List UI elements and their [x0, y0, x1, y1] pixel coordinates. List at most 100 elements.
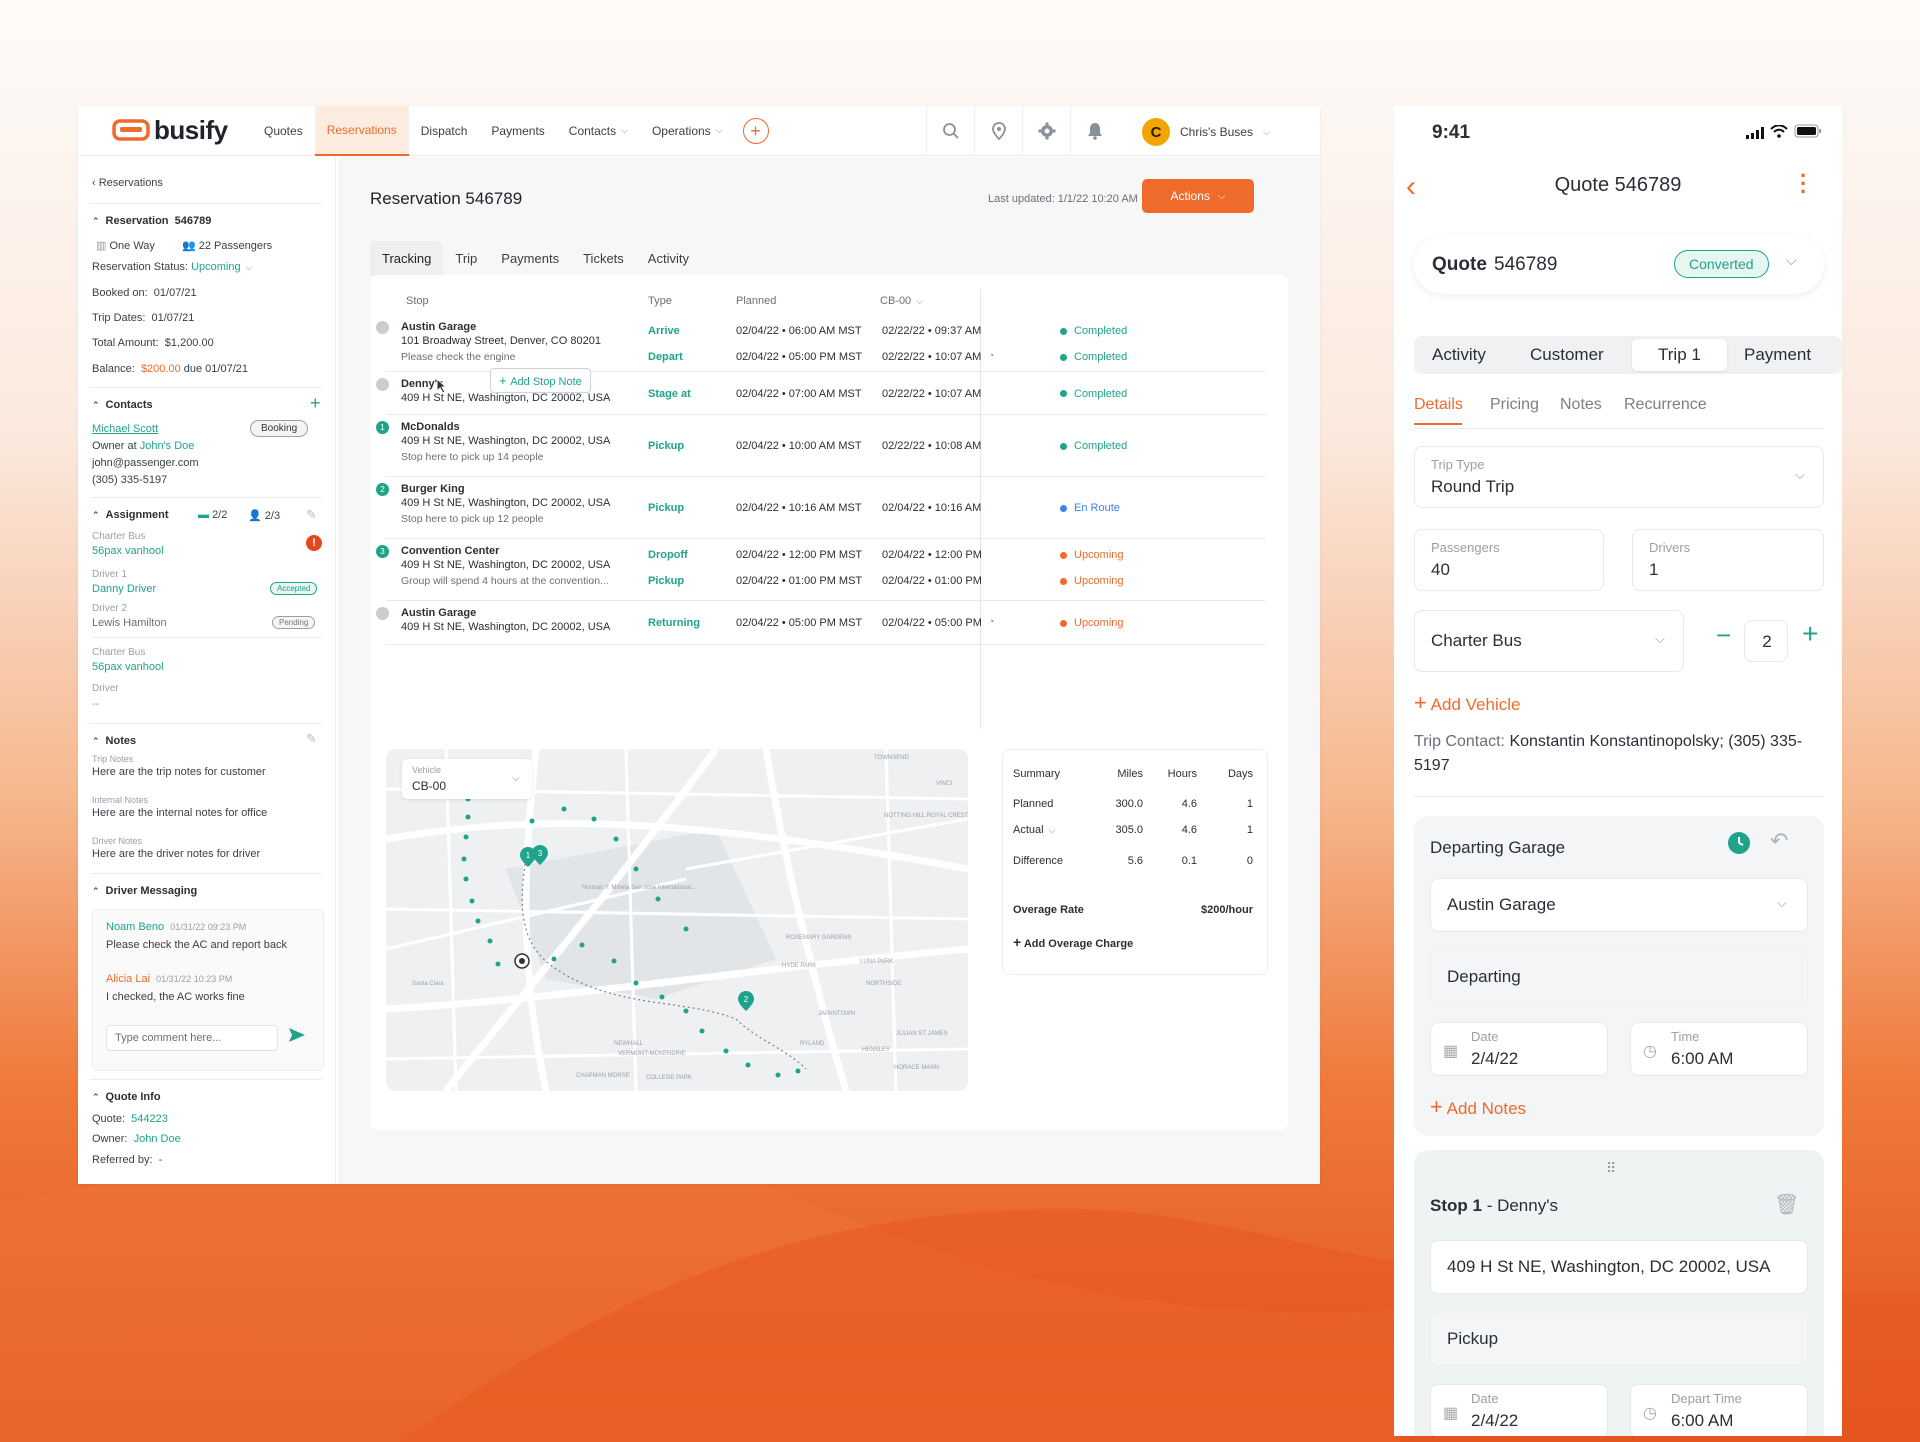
nav-label: Dispatch [420, 123, 468, 138]
assignment-header[interactable]: ⌃ Assignment [92, 509, 169, 521]
nav-contacts[interactable]: Contacts ⌵ [557, 106, 640, 156]
add-vehicle-button[interactable]: + Add Vehicle [1414, 690, 1520, 716]
mobile-tab-activity[interactable]: Activity [1432, 345, 1486, 365]
passengers-field[interactable]: Passengers 40 [1414, 529, 1604, 591]
map-label: NOTTING HILL ROYAL CREST [884, 813, 968, 819]
mobile-tab-customer[interactable]: Customer [1530, 345, 1604, 365]
chevron-right-icon[interactable]: › [591, 575, 595, 587]
tab-payments[interactable]: Payments [489, 241, 571, 276]
mobile-subtab-notes[interactable]: Notes [1560, 396, 1602, 414]
mobile-title: Quote 546789 [1554, 174, 1682, 196]
add-contact-icon[interactable]: + [310, 393, 321, 414]
map-label: Norman Y. Mineta San Jose International.… [582, 885, 696, 891]
tab-activity[interactable]: Activity [636, 241, 701, 276]
send-icon[interactable] [288, 1027, 306, 1046]
mobile-subtab-details[interactable]: Details [1414, 396, 1463, 414]
stop-row[interactable]: Denny's 409 H St NE, Washington, DC 20002… [376, 368, 1266, 415]
tab-tickets[interactable]: Tickets [571, 241, 636, 276]
stop-type: Pickup [648, 575, 685, 587]
last-updated: Last updated: 1/1/22 10:20 AM [988, 193, 1138, 205]
stop-row[interactable]: 2 Burger King 409 H St NE, Washington, DC … [376, 477, 1266, 539]
vehicle-type-select[interactable]: Charter Bus ⌵ [1414, 610, 1684, 672]
internal-notes-label: Internal Notes [92, 795, 149, 805]
trip-type-select[interactable]: Trip Type Round Trip ⌵ [1414, 446, 1824, 508]
calendar-icon: ▦ [1443, 1405, 1459, 1422]
mobile-tab-trip-1[interactable]: Trip 1 [1632, 339, 1727, 371]
stop-number-badge [376, 321, 389, 334]
route-map[interactable]: 1 3 2 TOWNSEND NOTTING HILL ROYAL CREST No… [386, 749, 968, 1091]
mobile-subtab-pricing[interactable]: Pricing [1490, 396, 1539, 414]
driver1-name[interactable]: Danny Driver [92, 583, 156, 595]
stop-note: Stop here to pick up 14 people [401, 451, 544, 463]
departing-garage-select[interactable]: Austin Garage ⌵ [1430, 878, 1808, 932]
search-icon[interactable] [926, 106, 974, 156]
driver-messaging-header[interactable]: ⌃ Driver Messaging [92, 885, 197, 897]
stop-date-field[interactable]: ▦ Date 2/4/22 [1430, 1384, 1608, 1436]
stop-name: Austin Garage [401, 607, 477, 619]
departing-date-field[interactable]: ▦ Date 2/4/22 [1430, 1022, 1608, 1076]
chevron-down-icon[interactable]: ⌵ [1049, 825, 1056, 835]
more-options-icon[interactable]: · · · [1800, 165, 1807, 203]
undo-icon[interactable]: ↶ [1770, 828, 1788, 854]
stop-type-field[interactable]: Pickup [1430, 1312, 1808, 1366]
passenger-count: 👥 22 Passengers [182, 240, 273, 252]
tab-tracking[interactable]: Tracking [370, 241, 444, 276]
notes-header[interactable]: ⌃ Notes [92, 735, 136, 747]
stop-row[interactable]: 3 Convention Center 409 H St NE, Washingto… [376, 539, 1266, 601]
add-overage-charge-button[interactable]: + Add Overage Charge [1013, 934, 1133, 950]
add-notes-button[interactable]: + Add Notes [1430, 1094, 1526, 1120]
quote-info-header[interactable]: ⌃ Quote Info [92, 1091, 161, 1103]
stop-address-field[interactable]: 409 H St NE, Washington, DC 20002, USA [1430, 1240, 1808, 1294]
account-name: Chris's Buses [1180, 125, 1253, 139]
nav-payments[interactable]: Payments [479, 106, 556, 156]
edit-pencil-icon[interactable]: ✎ [306, 507, 317, 523]
edit-notes-icon[interactable]: ✎ [306, 731, 317, 747]
drivers-field[interactable]: Drivers 1 [1632, 529, 1824, 591]
mobile-tab-payment[interactable]: Payment [1744, 345, 1811, 365]
decrement-vehicle-button[interactable]: − [1716, 620, 1731, 651]
nav-quotes[interactable]: Quotes [252, 106, 315, 156]
stop-row[interactable]: 1 McDonalds 409 H St NE, Washington, DC 20… [376, 415, 1266, 477]
clock-icon[interactable] [1728, 832, 1750, 854]
charter-bus-1[interactable]: 56pax vanhool [92, 545, 164, 557]
status-dot [1060, 551, 1067, 559]
busify-logo[interactable]: busify [112, 115, 242, 146]
vehicle-quantity-stepper[interactable]: 2 [1744, 620, 1788, 662]
back-link[interactable]: ‹ Reservations [92, 177, 163, 189]
tab-trip[interactable]: Trip [443, 241, 489, 276]
trash-icon[interactable]: 🗑 [1774, 1192, 1799, 1217]
charter-bus-2[interactable]: 56pax vanhool [92, 661, 164, 673]
add-stop-note-button[interactable]: + Add Stop Note [490, 368, 591, 393]
stop-row[interactable]: Austin Garage 409 H St NE, Washington, DC… [376, 601, 1266, 645]
departing-type-field[interactable]: Departing [1430, 950, 1808, 1004]
status-dropdown[interactable]: Upcoming [191, 261, 241, 273]
create-new-button[interactable]: + [742, 118, 769, 144]
nav-dispatch[interactable]: Dispatch [409, 106, 480, 156]
summary-hours: 4.6 [1181, 798, 1197, 810]
gear-icon[interactable] [1022, 106, 1070, 156]
stop-row[interactable]: Austin Garage 101 Broadway Street, Denver… [376, 315, 1266, 372]
stop-time-field[interactable]: ◷ Depart Time 6:00 AM [1630, 1384, 1808, 1436]
nav-operations[interactable]: Operations ⌵ [640, 106, 735, 156]
stop-1-section: ⠿ Stop 1 - Denny's 🗑 409 H St NE, Washin… [1414, 1150, 1824, 1436]
vehicle-select[interactable]: Vehicle CB-00 ⌵ [402, 759, 532, 799]
mobile-subtab-recurrence[interactable]: Recurrence [1624, 396, 1707, 414]
reservation-header[interactable]: ⌃ Reservation 546789 [92, 215, 211, 227]
location-pin-icon[interactable] [974, 106, 1022, 156]
bell-icon[interactable] [1070, 106, 1118, 156]
actions-button[interactable]: Actions ⌵ [1142, 179, 1254, 213]
contact-name[interactable]: Michael Scott [92, 423, 158, 435]
comment-input[interactable]: Type comment here... [106, 1025, 278, 1051]
contacts-header[interactable]: ⌃ Contacts [92, 399, 153, 411]
increment-vehicle-button[interactable]: + [1802, 618, 1818, 650]
planned-time: 02/04/22 • 06:00 AM MST [736, 325, 862, 337]
account-menu[interactable]: C Chris's Buses ⌵ [1142, 118, 1270, 146]
bus-location-marker[interactable] [514, 953, 530, 969]
departing-time-field[interactable]: ◷ Time 6:00 AM [1630, 1022, 1808, 1076]
vehicle-column-dropdown[interactable]: CB-00 ⌵ [880, 295, 923, 307]
quote-status-card[interactable]: Quote 546789 Converted ⌵ [1414, 236, 1824, 294]
nav-reservations[interactable]: Reservations [314, 105, 409, 156]
stop-number-badge [376, 378, 389, 391]
status-label: Upcoming [1074, 549, 1124, 561]
drag-handle-icon[interactable]: ⠿ [1606, 1160, 1618, 1177]
